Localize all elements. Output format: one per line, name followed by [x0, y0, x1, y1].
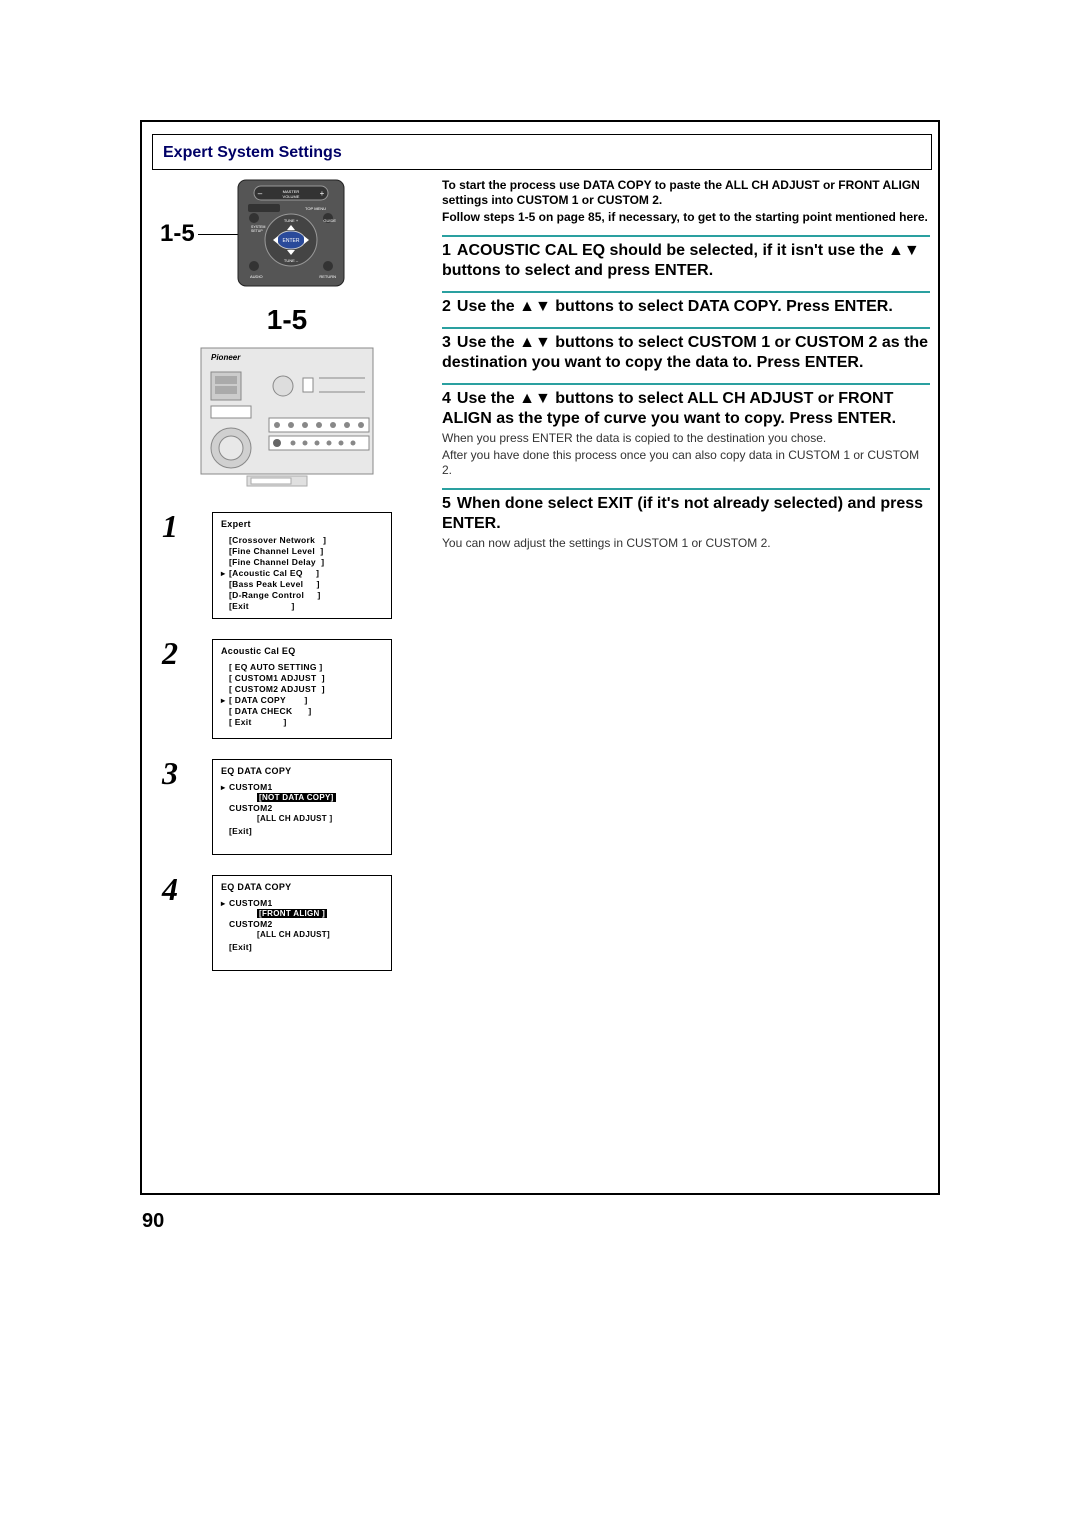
osd-group-2: 2 Acoustic Cal EQ [ EQ AUTO SETTING ] [ …: [152, 639, 422, 739]
step-4-heading: 4Use the ▲▼ buttons to select ALL CH ADJ…: [442, 389, 930, 429]
osd-group-4: 4 EQ DATA COPY CUSTOM1 [FRONT ALIGN ] CU…: [152, 875, 422, 971]
step-5-body: You can now adjust the settings in CUSTO…: [442, 536, 930, 551]
svg-text:AUDIO: AUDIO: [250, 274, 263, 279]
osd1-title: Expert: [221, 519, 383, 529]
svg-text:–: –: [258, 189, 263, 198]
svg-text:Pioneer: Pioneer: [211, 353, 241, 362]
osd1-items: [Crossover Network ] [Fine Channel Level…: [221, 535, 383, 612]
step-3-heading: 3Use the ▲▼ buttons to select CUSTOM 1 o…: [442, 333, 930, 373]
step-4-body-1: When you press ENTER the data is copied …: [442, 431, 930, 446]
right-column: To start the process use DATA COPY to pa…: [442, 178, 930, 551]
receiver-icon: Pioneer: [197, 342, 377, 492]
osd-screen-3: EQ DATA COPY CUSTOM1 [NOT DATA COPY] CUS…: [212, 759, 392, 855]
step-5-heading: 5When done select EXIT (if it's not alre…: [442, 494, 930, 534]
divider-2: [442, 291, 930, 293]
page: Expert System Settings 1-5 MASTER VOLUME…: [0, 0, 1080, 1528]
osd2-title: Acoustic Cal EQ: [221, 646, 383, 656]
osd-group-3: 3 EQ DATA COPY CUSTOM1 [NOT DATA COPY] C…: [152, 759, 422, 855]
svg-text:TOP MENU: TOP MENU: [305, 206, 326, 211]
osd-screen-2: Acoustic Cal EQ [ EQ AUTO SETTING ] [ CU…: [212, 639, 392, 739]
section-header: Expert System Settings: [152, 134, 932, 170]
step-label-1: 1: [148, 508, 178, 545]
remote-icon: MASTER VOLUME – + TOP MENU SYSTEM SETUP …: [236, 178, 346, 288]
svg-text:VOLUME: VOLUME: [283, 194, 300, 199]
svg-text:TUNE +: TUNE +: [284, 218, 299, 223]
step-label-2: 2: [148, 635, 178, 672]
osd4-title: EQ DATA COPY: [221, 882, 383, 892]
divider-1: [442, 235, 930, 237]
step-1-heading: 1ACOUSTIC CAL EQ should be selected, if …: [442, 241, 930, 281]
svg-text:RETURN: RETURN: [319, 274, 336, 279]
osd-screen-4: EQ DATA COPY CUSTOM1 [FRONT ALIGN ] CUST…: [212, 875, 392, 971]
step-2-heading: 2Use the ▲▼ buttons to select DATA COPY.…: [442, 297, 930, 317]
svg-text:GUIDE: GUIDE: [323, 218, 336, 223]
osd2-items: [ EQ AUTO SETTING ] [ CUSTOM1 ADJUST ] […: [221, 662, 383, 728]
step-label-4: 4: [148, 871, 178, 908]
step-label-3: 3: [148, 755, 178, 792]
osd-group-1: 1 Expert [Crossover Network ] [Fine Chan…: [152, 512, 422, 619]
osd3-title: EQ DATA COPY: [221, 766, 383, 776]
page-number: 90: [142, 1210, 164, 1233]
callout-1-5-top: 1-5: [160, 220, 195, 248]
intro-paragraph-2: Follow steps 1-5 on page 85, if necessar…: [442, 210, 930, 225]
step-4-body-2: After you have done this process once yo…: [442, 448, 930, 478]
divider-5: [442, 488, 930, 490]
svg-text:SETUP: SETUP: [251, 229, 263, 233]
divider-4: [442, 383, 930, 385]
svg-text:TUNE –: TUNE –: [284, 258, 299, 263]
left-column: 1-5 MASTER VOLUME – + TOP MENU SYSTEM SE…: [152, 178, 422, 971]
svg-text:ENTER: ENTER: [283, 238, 300, 244]
svg-text:+: +: [320, 189, 325, 198]
remote-diagram-group: 1-5 MASTER VOLUME – + TOP MENU SYSTEM SE…: [152, 178, 422, 298]
divider-3: [442, 327, 930, 329]
osd-screen-1: Expert [Crossover Network ] [Fine Channe…: [212, 512, 392, 619]
callout-line: [198, 234, 238, 235]
intro-paragraph-1: To start the process use DATA COPY to pa…: [442, 178, 930, 208]
content-frame: Expert System Settings 1-5 MASTER VOLUME…: [140, 120, 940, 1195]
callout-1-5-mid: 1-5: [152, 304, 422, 336]
